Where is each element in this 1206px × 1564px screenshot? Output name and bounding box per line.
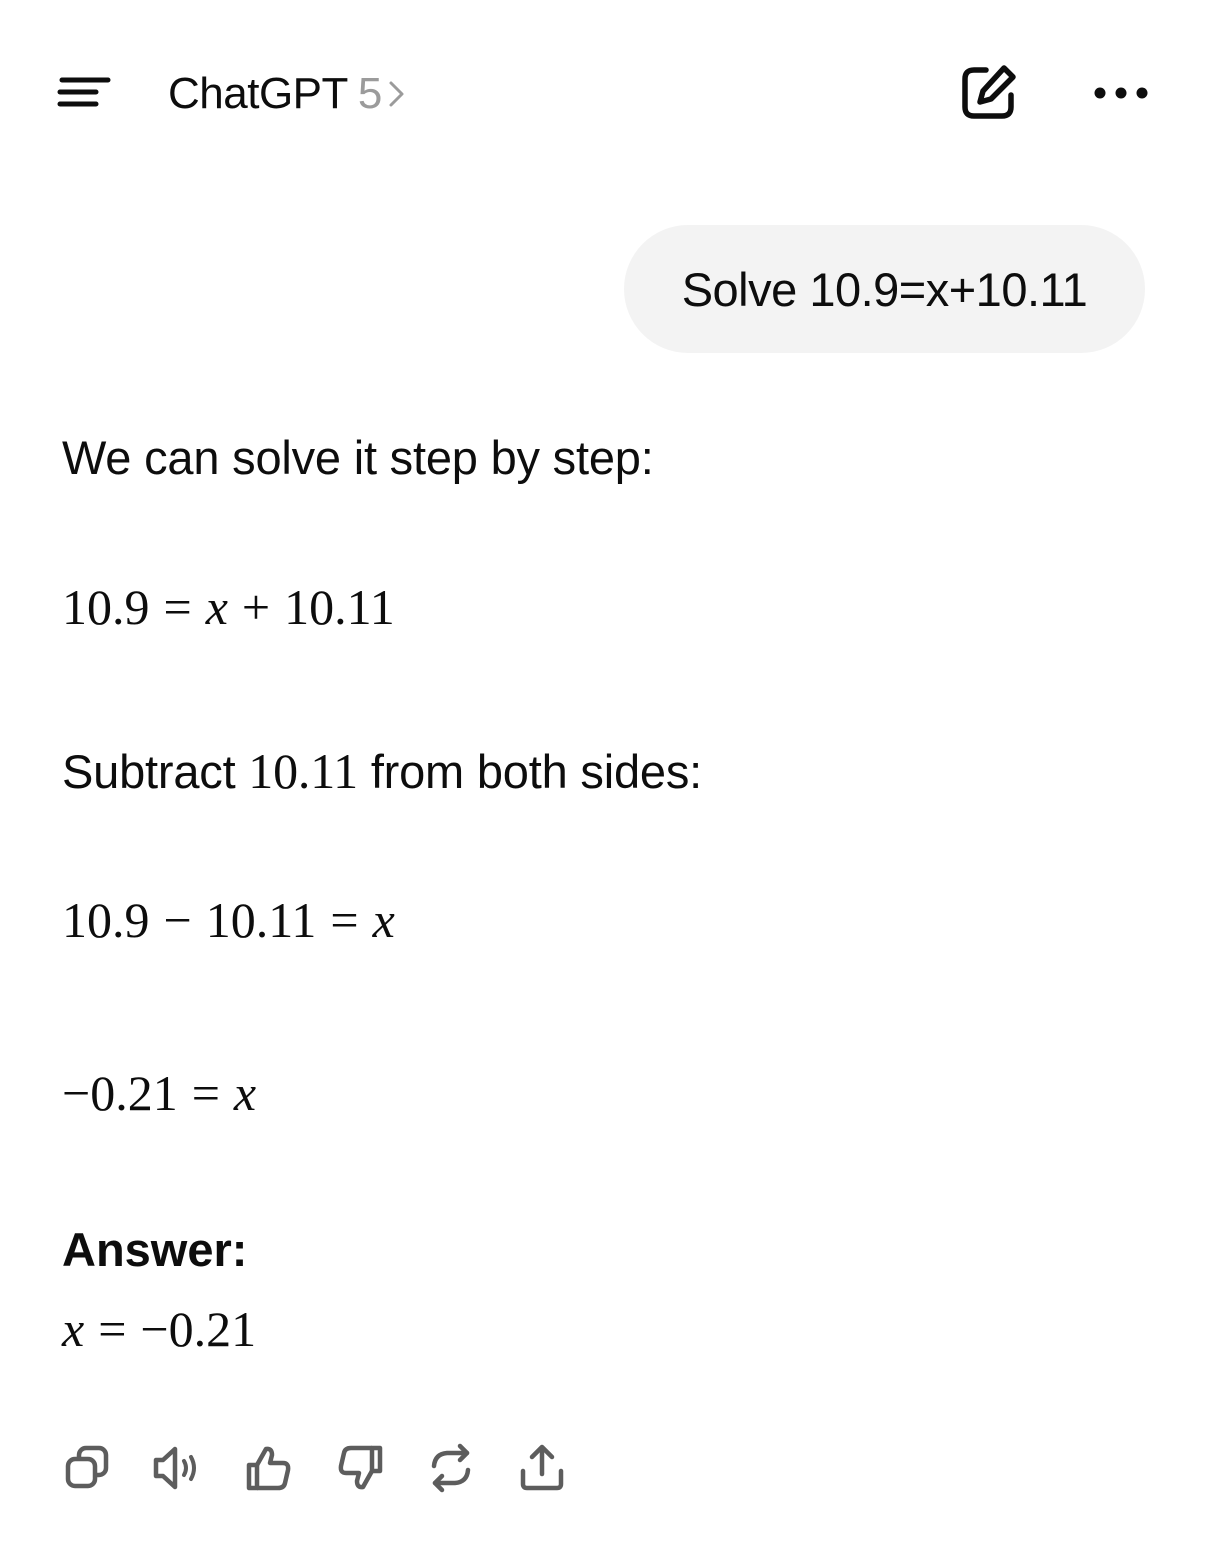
- read-aloud-button[interactable]: [147, 1437, 209, 1499]
- thumbs-down-icon: [338, 1445, 383, 1490]
- copy-icon: [65, 1445, 109, 1489]
- user-message-text: Solve 10.9=x+10.11: [681, 262, 1088, 316]
- new-chat-edit-icon: [962, 65, 1016, 119]
- eq2-equals: =: [330, 892, 359, 948]
- thumbs-up-icon: [246, 1446, 291, 1491]
- eq3-equals: =: [191, 1065, 220, 1121]
- eq2-b: 10.11: [205, 892, 317, 948]
- sidebar-menu-button[interactable]: [52, 62, 118, 122]
- chevron-right-icon: [386, 77, 408, 111]
- regenerate-button[interactable]: [420, 1437, 482, 1499]
- subtract-value: 10.11: [248, 743, 358, 799]
- eq3-var: x: [233, 1065, 257, 1121]
- sidebar-menu-icon: [57, 77, 111, 107]
- eq2-var: x: [372, 892, 395, 948]
- eq1-equals: =: [163, 579, 192, 635]
- eq1-plus: +: [241, 579, 271, 635]
- final-answer: x = −0.21: [62, 1300, 256, 1358]
- eq4-equals: =: [98, 1301, 127, 1357]
- eq1-rhs: 10.11: [284, 579, 395, 635]
- eq2-minus: −: [163, 892, 192, 948]
- thumbs-up-button[interactable]: [238, 1437, 300, 1499]
- answer-label: Answer:: [62, 1223, 248, 1276]
- share-icon: [520, 1444, 564, 1491]
- subtract-text-before: Subtract: [62, 745, 236, 798]
- more-options-button[interactable]: [1086, 70, 1156, 116]
- eq4-var: x: [62, 1301, 85, 1357]
- assistant-intro: We can solve it step by step:: [62, 431, 654, 484]
- subtract-instruction: Subtract 10.11 from both sides:: [62, 742, 702, 800]
- thumbs-down-button[interactable]: [329, 1437, 391, 1499]
- app-title: ChatGPT: [168, 69, 348, 118]
- eq2-a: 10.9: [62, 892, 150, 948]
- regenerate-icon: [431, 1443, 471, 1493]
- top-bar: ChatGPT 5: [0, 0, 1206, 190]
- eq3-val: −0.21: [62, 1065, 178, 1121]
- read-aloud-icon: [153, 1446, 196, 1490]
- more-options-icon: [1094, 87, 1148, 99]
- message-actions: [56, 1436, 602, 1500]
- eq1-lhs: 10.9: [62, 579, 150, 635]
- eq1-var: x: [205, 579, 228, 635]
- share-button[interactable]: [511, 1437, 573, 1499]
- eq4-val: −0.21: [140, 1301, 257, 1357]
- user-message-bubble: Solve 10.9=x+10.11: [624, 225, 1145, 353]
- subtract-text-after: from both sides:: [370, 745, 702, 798]
- equation-3: −0.21 = x: [62, 1064, 256, 1122]
- new-chat-button[interactable]: [955, 60, 1025, 126]
- equation-2: 10.9−10.11 = x: [62, 891, 395, 949]
- equation-1: 10.9 = x +10.11: [62, 578, 395, 636]
- model-selector[interactable]: ChatGPT 5: [168, 64, 408, 124]
- model-version: 5: [357, 69, 383, 118]
- copy-button[interactable]: [56, 1437, 118, 1499]
